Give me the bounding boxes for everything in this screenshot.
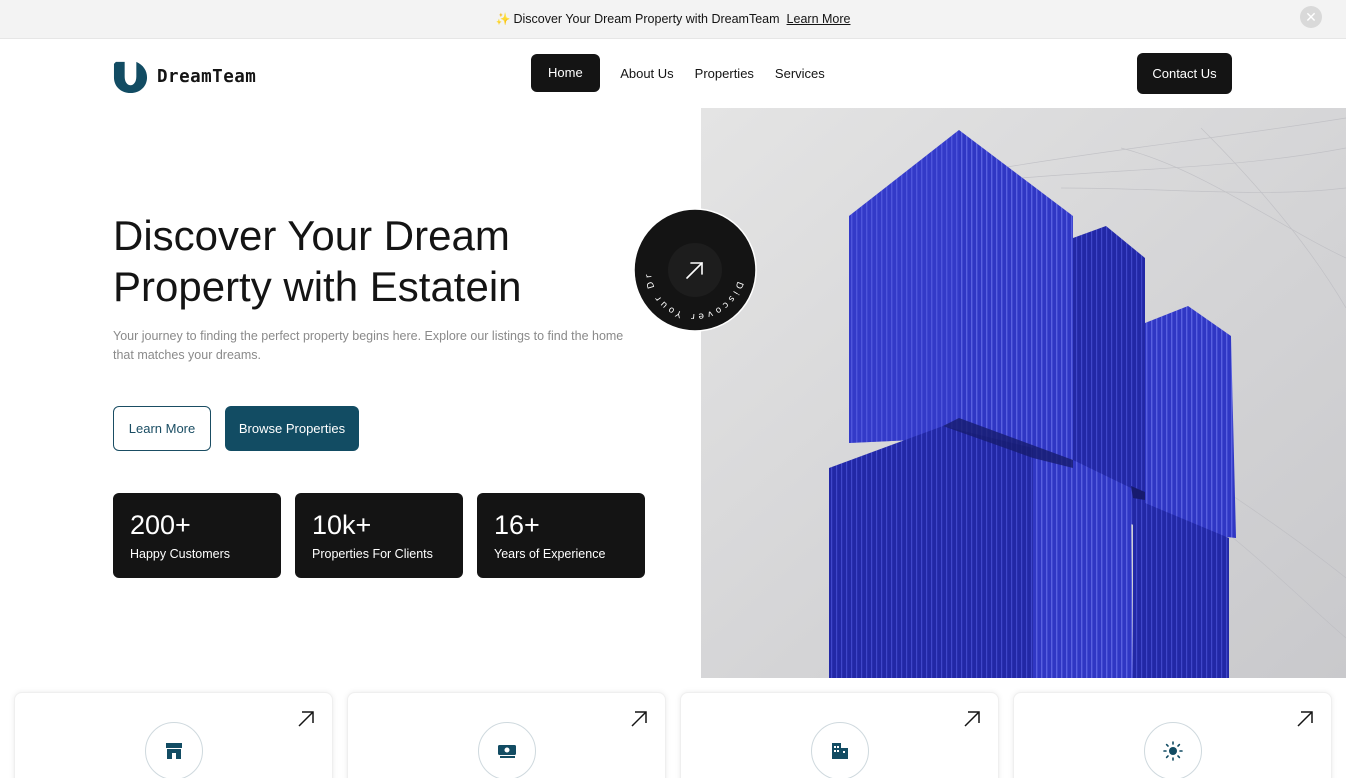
announcement-learn-more-link[interactable]: Learn More <box>787 12 851 26</box>
stat-label: Happy Customers <box>130 547 231 561</box>
feature-card-sun[interactable] <box>1013 692 1332 778</box>
stat-label: Years of Experience <box>494 547 606 561</box>
logo-text: DreamTeam <box>157 66 257 87</box>
feature-card-money[interactable] <box>347 692 666 778</box>
feature-card-buildings[interactable] <box>680 692 999 778</box>
hero-subtitle: Your journey to finding the perfect prop… <box>113 329 624 362</box>
arrow-up-right-icon <box>298 711 314 727</box>
contact-us-button[interactable]: Contact Us <box>1137 53 1232 94</box>
nav-properties[interactable]: Properties <box>684 66 764 81</box>
logo-mark-icon <box>113 61 148 94</box>
arrow-up-right-icon <box>1297 711 1313 727</box>
nav-about-us[interactable]: About Us <box>610 66 684 81</box>
nav-home[interactable]: Home <box>531 54 600 92</box>
announcement-text: Discover Your Dream Property with DreamT… <box>513 12 780 26</box>
main-nav: Home About Us Properties Services <box>531 54 835 92</box>
stat-value: 10k+ <box>312 510 372 540</box>
buildings-icon <box>831 743 848 759</box>
logo[interactable]: DreamTeam <box>113 59 256 94</box>
stat-value: 16+ <box>494 510 540 540</box>
learn-more-button[interactable]: Learn More <box>113 406 211 451</box>
stat-card: 16+ Years of Experience <box>477 493 645 578</box>
announcement-bar: ✨ Discover Your Dream Property with Drea… <box>0 0 1346 39</box>
browse-properties-button[interactable]: Browse Properties <box>225 406 359 451</box>
money-icon <box>497 745 516 758</box>
arrow-up-right-icon <box>964 711 980 727</box>
discover-badge-button[interactable]: Discover Your Dream Property <box>627 201 757 332</box>
hero-title: Discover Your Dream Property with Estate… <box>113 212 522 310</box>
stat-label: Properties For Clients <box>312 547 433 561</box>
storefront-icon <box>165 743 182 759</box>
close-icon[interactable]: ✕ <box>1300 6 1322 28</box>
stat-card: 10k+ Properties For Clients <box>295 493 463 578</box>
stat-value: 200+ <box>130 510 191 540</box>
hero-building-image <box>701 108 1346 678</box>
sparkle-icon: ✨ <box>495 12 511 26</box>
arrow-up-right-icon <box>631 711 647 727</box>
stats-row: 200+ Happy Customers 10k+ Properties For… <box>113 493 659 578</box>
feature-card-storefront[interactable] <box>14 692 333 778</box>
stat-card: 200+ Happy Customers <box>113 493 281 578</box>
nav-services[interactable]: Services <box>764 66 835 81</box>
feature-cards <box>14 692 1346 778</box>
sun-icon <box>1162 741 1183 761</box>
